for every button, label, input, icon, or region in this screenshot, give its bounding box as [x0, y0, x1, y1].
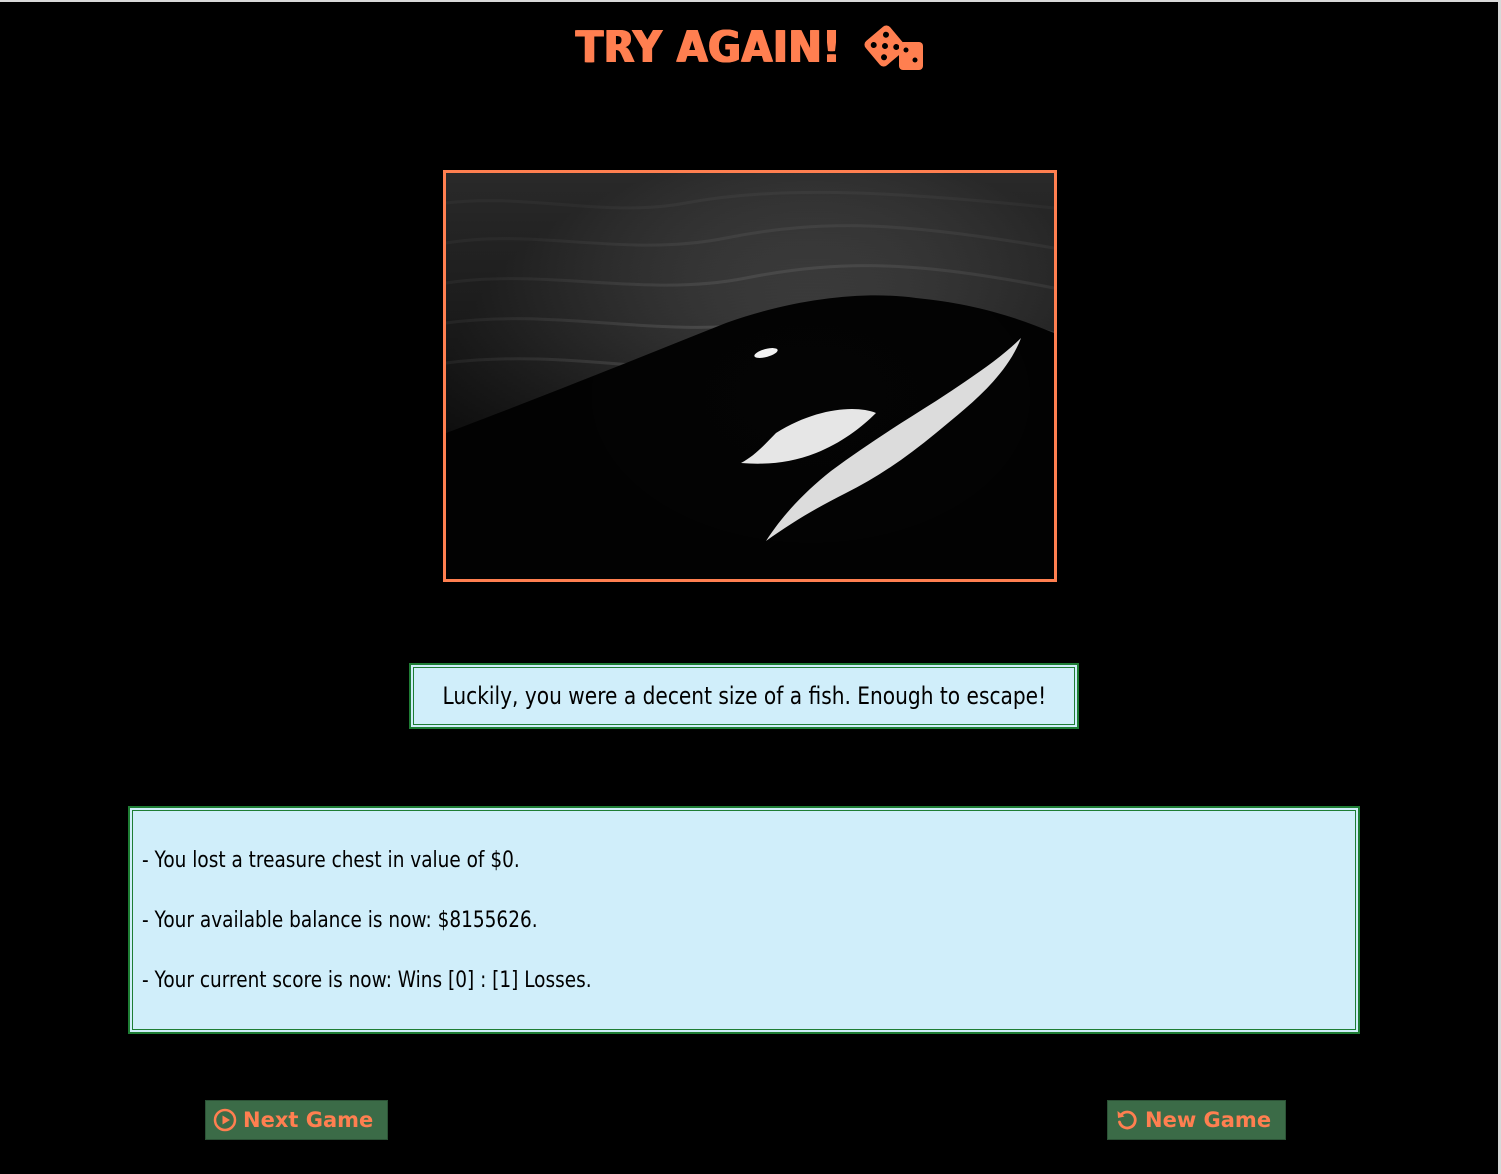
next-game-label: Next Game — [243, 1108, 374, 1132]
next-game-button[interactable]: Next Game — [205, 1100, 388, 1140]
rotate-left-icon — [1115, 1108, 1139, 1132]
outcome-message-box: Luckily, you were a decent size of a fis… — [409, 663, 1079, 729]
page-title: TRY AGAIN! — [575, 23, 842, 73]
window-frame-top — [0, 0, 1501, 2]
balance-line: - Your available balance is now: $815562… — [142, 908, 538, 933]
orca-photo — [443, 170, 1057, 582]
new-game-button[interactable]: New Game — [1107, 1100, 1286, 1140]
dice-icon — [863, 24, 925, 72]
treasure-lost-line: - You lost a treasure chest in value of … — [142, 848, 520, 873]
score-line: - Your current score is now: Wins [0] : … — [142, 968, 592, 993]
header: TRY AGAIN! — [0, 18, 1501, 78]
play-circle-icon — [213, 1108, 237, 1132]
new-game-label: New Game — [1145, 1108, 1272, 1132]
outcome-message: Luckily, you were a decent size of a fis… — [442, 682, 1046, 710]
results-panel: - You lost a treasure chest in value of … — [128, 806, 1360, 1034]
